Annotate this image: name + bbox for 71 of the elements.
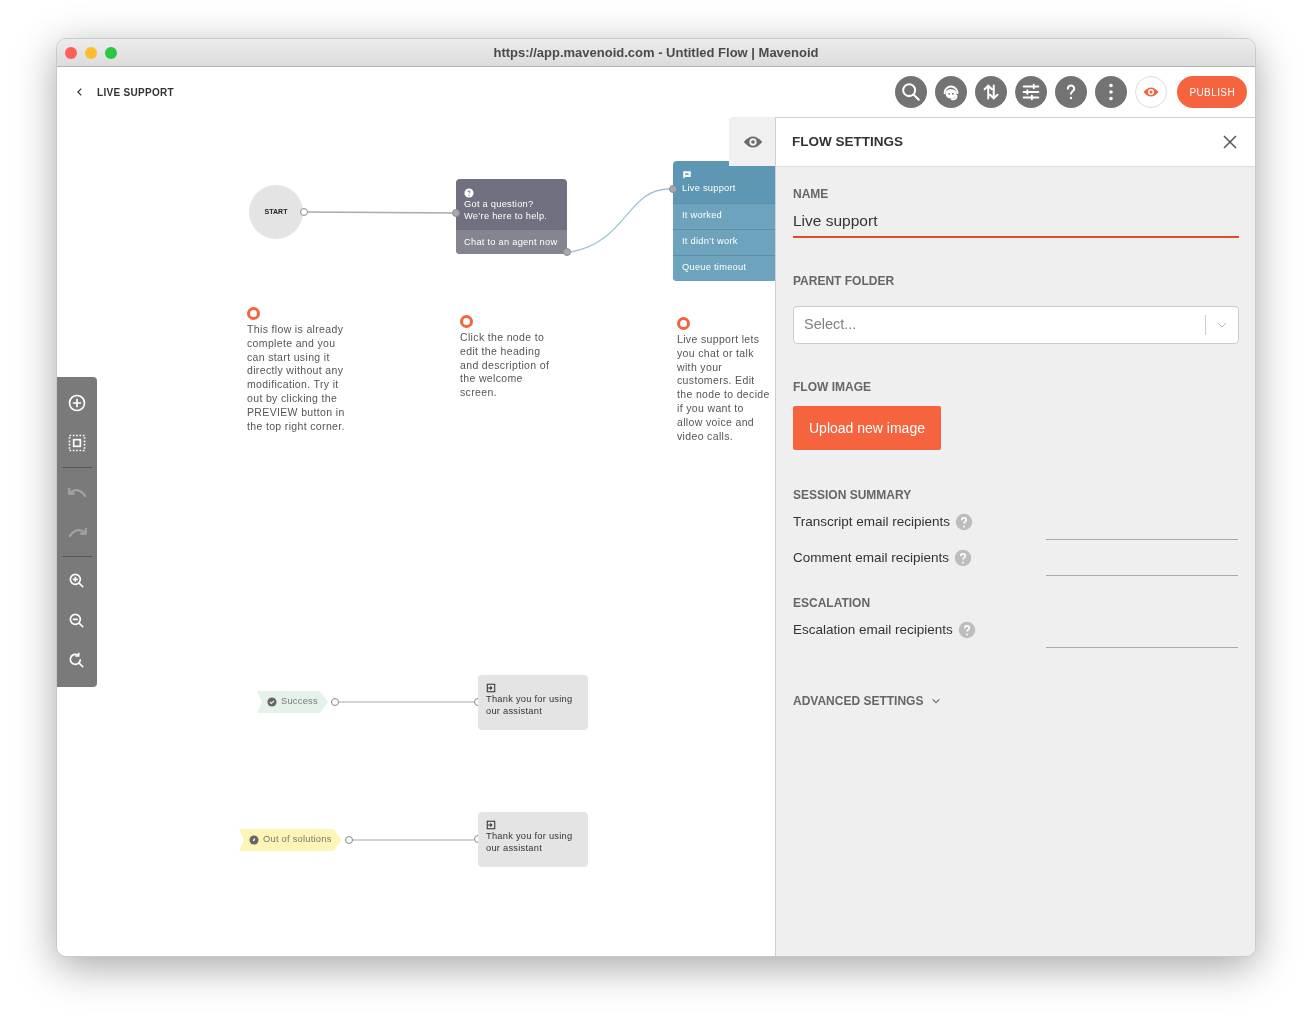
- name-field[interactable]: Live support: [793, 207, 1239, 239]
- compass-icon: [249, 835, 259, 845]
- close-button[interactable]: [1221, 133, 1239, 151]
- redo-icon: [67, 526, 87, 538]
- exit-icon: [486, 682, 496, 693]
- question-icon: [464, 187, 474, 198]
- window-title: https://app.mavenoid.com - Untitled Flow | Mavenoid: [493, 43, 819, 62]
- add-icon: [67, 393, 87, 413]
- zoom-out-icon: [67, 611, 87, 631]
- search-icon: [900, 81, 923, 103]
- undo-icon: [67, 486, 87, 498]
- publish-button[interactable]: PUBLISH: [1177, 76, 1247, 108]
- advanced-settings-toggle[interactable]: ADVANCED SETTINGS: [793, 692, 942, 711]
- field-label: NAME: [793, 186, 830, 203]
- outcome-tag[interactable]: Out of solutions: [239, 829, 342, 851]
- tip-text: This flow is already complete and you can start using it directly without any modification. Try it out by clicking the PREVIEW button in the top right corner.: [247, 323, 345, 434]
- field-label: Escalation email recipients: [793, 621, 953, 640]
- help-icon: [955, 513, 974, 532]
- more-icon: [1108, 83, 1115, 101]
- connection-port: [331, 698, 339, 706]
- toolbar-button[interactable]: [1095, 76, 1128, 108]
- field-label: FLOW IMAGE: [793, 379, 872, 397]
- close-icon: [1221, 133, 1239, 151]
- close-window-icon[interactable]: [65, 47, 77, 59]
- connection-port: [452, 209, 460, 217]
- end-node[interactable]: Thank you for using our assistant: [478, 675, 588, 730]
- node-option[interactable]: It worked: [673, 202, 777, 229]
- chat-bubble-icon: [682, 169, 692, 180]
- toolbar-button[interactable]: [895, 76, 928, 108]
- zoom-in-icon: [67, 571, 87, 591]
- question-node[interactable]: Got a question? We’re here to help. Chat to an agent now: [456, 179, 567, 254]
- field-label: Comment email recipients: [793, 549, 950, 568]
- end-node-text: Thank you for using our assistant: [486, 693, 574, 717]
- connection-port: [345, 836, 353, 844]
- node-heading: Got a question? We’re here to help.: [464, 198, 549, 222]
- end-node-text: Thank you for using our assistant: [486, 830, 574, 854]
- select-area-icon: [67, 433, 87, 453]
- exit-icon: [486, 819, 496, 830]
- check-circle-icon: [267, 697, 277, 707]
- help-icon: [954, 549, 973, 568]
- toolbar-button[interactable]: [1055, 76, 1088, 108]
- field-label: Transcript email recipients: [793, 513, 951, 532]
- help-icon: [957, 621, 976, 640]
- field-label: PARENT FOLDER: [793, 273, 896, 291]
- folder-select[interactable]: Select...: [793, 306, 1239, 345]
- node-option[interactable]: It didn’t work: [673, 228, 777, 255]
- preview-button[interactable]: [1135, 76, 1168, 108]
- connection-port: [300, 208, 308, 216]
- toolbar-button[interactable]: [975, 76, 1008, 108]
- zoom-reset-icon: [67, 651, 87, 671]
- back-link[interactable]: LIVE SUPPORT: [75, 84, 174, 100]
- section-heading: SESSION SUMMARY: [793, 487, 913, 505]
- preview-toggle[interactable]: [729, 117, 777, 166]
- tip-marker-icon: [460, 315, 473, 328]
- connection-port: [563, 248, 571, 256]
- tip-marker-icon: [247, 307, 260, 320]
- tip-marker-icon: [677, 317, 690, 330]
- connection-port: [669, 185, 677, 193]
- section-heading: ESCALATION: [793, 595, 872, 613]
- tip-text: Live support lets you chat or talk with your customers. Edit the node to decide if you want to allow voice and video calls.: [677, 333, 771, 444]
- toolbar-button[interactable]: [1015, 76, 1048, 108]
- toolbar-button[interactable]: [935, 76, 968, 108]
- live-support-node[interactable]: Live support It worked It didn’t work Queue timeout: [673, 161, 777, 281]
- outcome-tag[interactable]: Success: [257, 691, 328, 713]
- end-node[interactable]: Thank you for using our assistant: [478, 812, 588, 867]
- tip-text: Click the node to edit the heading and description of the welcome screen.: [460, 331, 551, 400]
- node-option[interactable]: Queue timeout: [673, 254, 777, 281]
- node-option[interactable]: Chat to an agent now: [456, 230, 567, 254]
- node-title: Live support: [682, 181, 737, 195]
- panel-title: FLOW SETTINGS: [792, 132, 903, 151]
- upload-button[interactable]: Upload new image: [793, 406, 941, 451]
